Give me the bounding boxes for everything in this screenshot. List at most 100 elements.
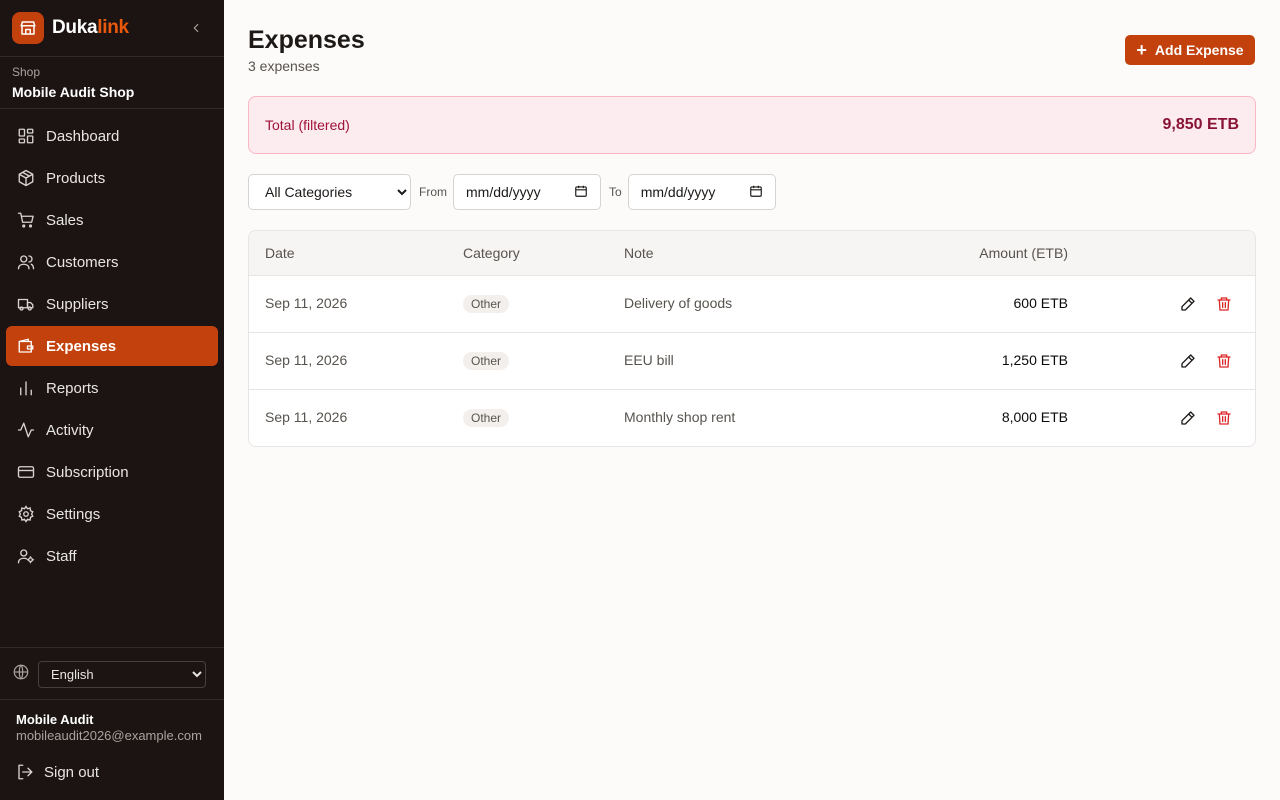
activity-icon [16, 420, 36, 440]
page-title: Expenses [248, 26, 365, 54]
dashboard-icon [16, 126, 36, 146]
from-date-input[interactable]: mm/dd/yyyy [453, 174, 601, 210]
to-date-input[interactable]: mm/dd/yyyy [627, 174, 776, 210]
table-row: Sep 11, 2026 Other Delivery of goods 600… [249, 276, 1255, 333]
cell-amount: 600 ETB [1013, 295, 1068, 311]
bar-chart-icon [16, 378, 36, 398]
user-cog-icon [16, 546, 36, 566]
cart-icon [16, 210, 36, 230]
category-filter-select[interactable]: All Categories [248, 174, 411, 210]
cell-amount: 1,250 ETB [1001, 352, 1068, 368]
sidebar-item-subscription[interactable]: Subscription [6, 452, 218, 492]
sidebar-nav: Dashboard Products Sales Customers Suppl… [6, 116, 218, 578]
sidebar-item-label: Staff [46, 547, 77, 565]
sidebar-item-label: Activity [46, 421, 94, 439]
from-date-placeholder: mm/dd/yyyy [466, 184, 541, 200]
total-label: Total (filtered) [265, 117, 350, 133]
shop-name: Mobile Audit Shop [12, 84, 135, 100]
trash-icon [1217, 354, 1231, 368]
sidebar-item-label: Reports [46, 379, 99, 397]
cell-amount: 8,000 ETB [1001, 409, 1068, 425]
edit-expense-button[interactable] [1178, 351, 1198, 371]
truck-icon [16, 294, 36, 314]
cell-category: Other [463, 352, 510, 370]
cell-note: Monthly shop rent [624, 409, 736, 425]
category-badge: Other [463, 352, 510, 370]
from-label: From [419, 185, 447, 199]
category-badge: Other [463, 295, 510, 313]
edit-expense-button[interactable] [1178, 408, 1198, 428]
delete-expense-button[interactable] [1214, 351, 1234, 371]
divider [0, 699, 224, 700]
sign-out-label: Sign out [44, 763, 100, 781]
user-info: Mobile Audit mobileaudit2026@example.com [16, 712, 202, 744]
column-header-date[interactable]: Date [265, 245, 295, 261]
user-email: mobileaudit2026@example.com [16, 728, 202, 743]
pencil-icon [1181, 354, 1195, 368]
edit-expense-button[interactable] [1178, 294, 1198, 314]
sidebar-item-suppliers[interactable]: Suppliers [6, 284, 218, 324]
plus-icon: + [1136, 40, 1147, 60]
sidebar-item-staff[interactable]: Staff [6, 536, 218, 576]
divider [0, 108, 224, 109]
total-summary-card: Total (filtered) 9,850 ETB [248, 96, 1256, 154]
sidebar-item-label: Sales [46, 211, 84, 229]
user-name: Mobile Audit [16, 712, 94, 727]
cell-date: Sep 11, 2026 [265, 295, 348, 311]
column-header-amount[interactable]: Amount (ETB) [979, 245, 1068, 261]
calendar-icon[interactable] [749, 184, 763, 201]
brand-name-part2: link [97, 17, 129, 38]
store-icon [12, 12, 44, 44]
trash-icon [1217, 411, 1231, 425]
delete-expense-button[interactable] [1214, 408, 1234, 428]
sidebar-item-label: Dashboard [46, 127, 120, 145]
cell-date: Sep 11, 2026 [265, 352, 348, 368]
shop-label: Shop [12, 65, 41, 79]
divider [0, 647, 224, 648]
column-header-category[interactable]: Category [463, 245, 520, 261]
chevron-left-icon [193, 23, 199, 33]
pencil-icon [1181, 297, 1195, 311]
sidebar-item-products[interactable]: Products [6, 158, 218, 198]
add-expense-label: Add Expense [1154, 42, 1244, 58]
sidebar-item-customers[interactable]: Customers [6, 242, 218, 282]
sidebar-item-settings[interactable]: Settings [6, 494, 218, 534]
pencil-icon [1181, 411, 1195, 425]
sidebar-item-label: Subscription [46, 463, 129, 481]
shop-info: Shop Mobile Audit Shop [12, 64, 134, 102]
expenses-table: Date Category Note Amount (ETB) Sep 11, … [248, 230, 1256, 447]
cell-date: Sep 11, 2026 [265, 409, 348, 425]
sidebar-item-dashboard[interactable]: Dashboard [6, 116, 218, 156]
table-row: Sep 11, 2026 Other EEU bill 1,250 ETB [249, 333, 1255, 390]
sidebar-item-label: Products [46, 169, 106, 187]
delete-expense-button[interactable] [1214, 294, 1234, 314]
package-icon [16, 168, 36, 188]
globe-icon [12, 663, 30, 686]
column-header-note[interactable]: Note [624, 245, 654, 261]
users-icon [16, 252, 36, 272]
sidebar: Dukalink Shop Mobile Audit Shop Dashboar… [0, 0, 224, 800]
trash-icon [1217, 297, 1231, 311]
sign-out-button[interactable]: Sign out [16, 760, 99, 784]
to-label: To [609, 185, 622, 199]
table-row: Sep 11, 2026 Other Monthly shop rent 8,0… [249, 390, 1255, 446]
language-select[interactable]: English [38, 660, 206, 688]
sidebar-item-sales[interactable]: Sales [6, 200, 218, 240]
collapse-sidebar-button[interactable] [186, 18, 206, 38]
table-header: Date Category Note Amount (ETB) [249, 231, 1255, 276]
divider [0, 56, 224, 57]
filters-bar: All Categories From mm/dd/yyyy To mm/dd/… [248, 174, 776, 210]
main-content: Expenses 3 expenses + Add Expense Total … [224, 0, 1280, 800]
sidebar-item-reports[interactable]: Reports [6, 368, 218, 408]
sidebar-item-expenses[interactable]: Expenses [6, 326, 218, 366]
calendar-icon[interactable] [574, 184, 588, 201]
add-expense-button[interactable]: + Add Expense [1125, 35, 1255, 65]
language-row: English [12, 660, 212, 688]
sidebar-item-activity[interactable]: Activity [6, 410, 218, 450]
gear-icon [16, 504, 36, 524]
total-value: 9,850 ETB [1162, 116, 1239, 133]
category-badge: Other [463, 409, 510, 427]
brand[interactable]: Dukalink [12, 12, 212, 44]
cell-note: EEU bill [624, 352, 674, 368]
brand-name: Dukalink [52, 17, 129, 39]
